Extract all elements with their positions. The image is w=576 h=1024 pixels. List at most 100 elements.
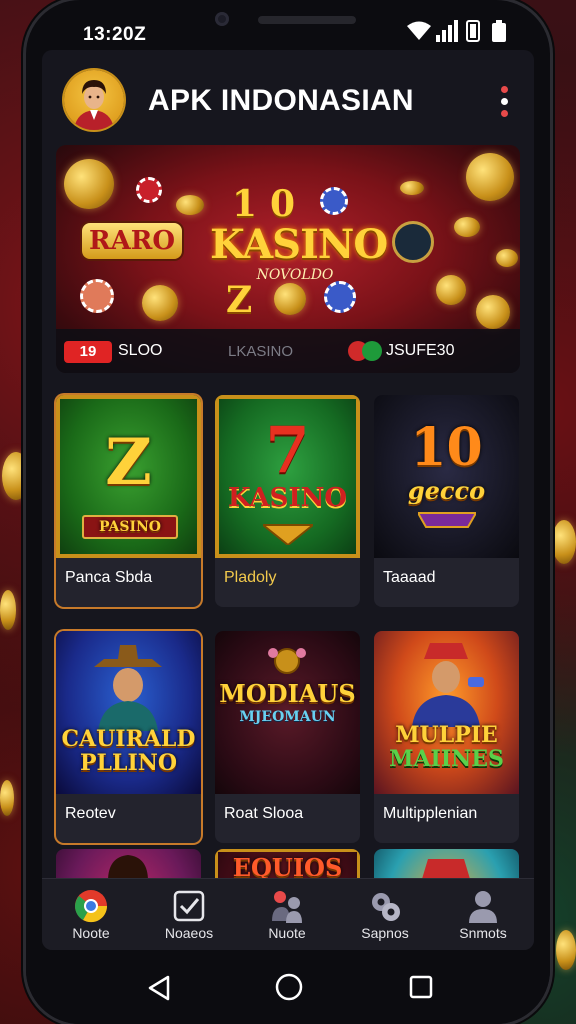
nav-item-noote[interactable]: Noote (42, 879, 140, 950)
game-art: Z PASINO (56, 395, 201, 558)
character-icon (422, 859, 470, 879)
nav-label: Sapnos (361, 925, 409, 941)
banner-number: 1 (232, 183, 258, 225)
checkbox-icon (173, 890, 205, 922)
nav-label: Noote (72, 925, 110, 941)
back-icon[interactable] (146, 974, 172, 1002)
game-label: Multipplenian (383, 805, 478, 822)
poker-chip (80, 279, 114, 313)
recents-icon[interactable] (408, 974, 434, 1000)
game-art: MODIAUS MJEOMAUN (215, 631, 360, 794)
home-icon[interactable] (274, 972, 304, 1002)
character-icon (94, 645, 162, 731)
banner-info-text: JSUFE30 (386, 342, 455, 359)
character-icon (108, 855, 148, 881)
poker-chip (324, 281, 356, 313)
game-card[interactable]: 10 gecco Taaaad (374, 395, 519, 607)
game-art-subtitle: PLLINO (79, 750, 178, 776)
background-coin (0, 780, 14, 816)
app-bar: APK INDONASIAN (42, 50, 534, 145)
nav-label: Snmots (459, 925, 507, 941)
person-icon (469, 891, 497, 923)
featured-banner[interactable]: RARO 1 0 KASINO NOVOLDO Z 19 SLOO LKASIN… (56, 145, 520, 373)
banner-coin (64, 159, 114, 209)
background-coin (552, 520, 576, 564)
people-icon (272, 891, 302, 923)
character-icon (412, 643, 484, 727)
banner-coin (142, 285, 178, 321)
battery-icon (492, 20, 506, 42)
banner-title: KASINO (210, 221, 388, 268)
game-art: 7 KASINO (215, 395, 360, 558)
game-card[interactable]: MODIAUS MJEOMAUN Roat Slooa (215, 631, 360, 843)
banner-number: 0 (270, 183, 296, 225)
game-art-subtitle: MJEOMAUN (239, 709, 336, 725)
nav-item-noaeos[interactable]: Noaeos (140, 879, 238, 950)
menu-dot (501, 110, 508, 117)
sim-icon (466, 20, 480, 42)
app-screen: APK INDONASIAN RARO 1 0 KASINO NOVOLDO Z… (42, 50, 534, 950)
front-camera (215, 12, 229, 26)
game-label: Taaaad (383, 569, 436, 586)
game-art-subtitle: PASINO (82, 515, 178, 539)
banner-coin (496, 249, 518, 267)
nav-item-sapnos[interactable]: Sapnos (336, 879, 434, 950)
game-art-subtitle: KASINO (227, 483, 348, 513)
banner-coin (176, 195, 204, 215)
game-card[interactable]: MULPIE MAIINES Multipplenian (374, 631, 519, 843)
game-art: MULPIE MAIINES (374, 631, 519, 794)
game-art-title: 7 (265, 413, 310, 488)
settings-icon (372, 893, 400, 921)
nav-item-snmots[interactable]: Snmots (434, 879, 532, 950)
banner-coin (400, 181, 424, 195)
banner-coin (454, 217, 480, 237)
banner-number: Z (226, 279, 253, 321)
poker-chip (136, 177, 162, 203)
wifi-icon (407, 21, 431, 40)
banner-coin (476, 295, 510, 329)
banner-coin (436, 275, 466, 305)
banner-coin (466, 153, 514, 201)
game-card[interactable]: 7 KASINO Pladoly (215, 395, 360, 607)
bottom-navigation: Noote Noaeos Nuote Sapnos Snmots (42, 878, 534, 950)
game-art-title: MODIAUS (219, 679, 356, 708)
diamond-icon (263, 524, 313, 545)
banner-info-bar: 19 SLOO LKASINO JSUFE30 (56, 329, 520, 373)
nav-label: Noaeos (164, 925, 214, 941)
chrome-icon (74, 890, 108, 923)
banner-badge: 19 (64, 341, 112, 363)
game-card[interactable]: CAUIRALD PLLINO Reotev (56, 631, 201, 843)
ornament-icon (268, 648, 306, 674)
app-title: APK INDONASIAN (148, 84, 414, 117)
game-card[interactable]: Z PASINO Panca Sbda (56, 395, 201, 607)
menu-dot (501, 98, 508, 105)
poker-chip (320, 187, 348, 215)
casino-background: 13:20Z APK INDONASIAN RARO 1 0 KASINO NO… (0, 0, 576, 1024)
game-art: 10 gecco (374, 395, 519, 558)
nav-label: Nuote (268, 925, 306, 941)
game-art-title: MULPIE (395, 722, 498, 748)
more-options-icon[interactable] (498, 86, 510, 118)
phone-frame: 13:20Z APK INDONASIAN RARO 1 0 KASINO NO… (26, 0, 550, 1024)
nav-item-nuote[interactable]: Nuote (238, 879, 336, 950)
avatar-portrait-icon (74, 80, 114, 130)
green-dot-icon (362, 341, 382, 361)
banner-info-text: SLOO (118, 342, 163, 359)
game-label: Pladoly (224, 569, 277, 586)
poker-chip (392, 221, 434, 263)
avatar[interactable] (64, 70, 124, 130)
game-art-title: 10 (410, 417, 483, 478)
status-time: 13:20Z (83, 24, 147, 45)
system-navigation-bar (26, 950, 550, 1024)
game-art-title: Z (105, 425, 152, 500)
game-label: Reotev (65, 805, 116, 822)
game-art: CAUIRALD PLLINO (56, 631, 201, 794)
menu-dot (501, 86, 508, 93)
status-icons (406, 20, 516, 44)
earpiece-speaker (258, 16, 356, 24)
game-art-title: CAUIRALD (61, 726, 196, 752)
ribbon-icon (418, 512, 476, 528)
banner-info-text: LKASINO (228, 343, 294, 360)
background-coin (0, 590, 16, 630)
raro-sign: RARO (82, 223, 182, 259)
